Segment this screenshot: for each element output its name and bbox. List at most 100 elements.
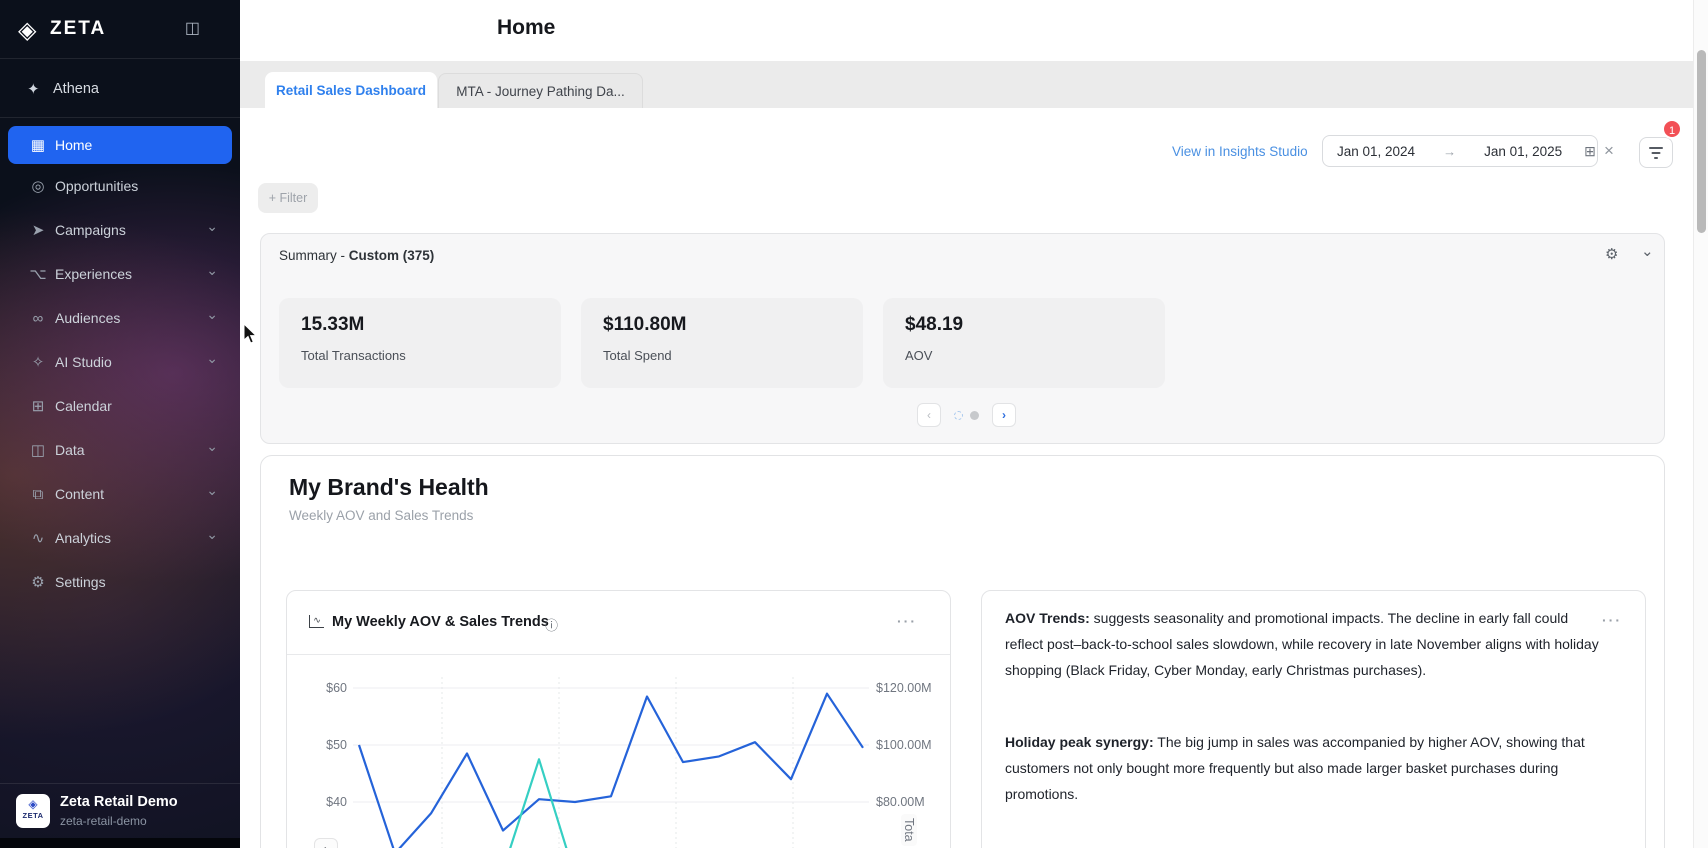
chevron-down-icon: ⌄: [206, 306, 218, 323]
zeta-logo-text: ZETA: [50, 18, 106, 40]
gear-icon: ⚙: [27, 573, 49, 591]
divider: [0, 58, 240, 59]
right-axis-title-fragment: Tota: [901, 814, 917, 846]
sidebar-item-ai-studio[interactable]: ✧AI Studio⌄: [8, 340, 232, 384]
zeta-badge-text: ZETA: [16, 811, 50, 820]
mouse-cursor: [243, 324, 259, 346]
info-icon[interactable]: ⓘ: [545, 615, 558, 634]
left-axis-tick: $60: [301, 679, 347, 697]
insight-paragraph: AOV Trends: suggests seasonality and pro…: [1005, 605, 1605, 683]
carousel-next-button[interactable]: ›: [992, 403, 1016, 427]
aov-sales-trends-chart-card: ∿ My Weekly AOV & Sales Trends ⓘ ··· $60…: [286, 590, 951, 848]
analytics-icon: ∿: [27, 529, 49, 547]
scrollbar-thumb[interactable]: [1697, 50, 1706, 233]
dashboard-tab-strip: Retail Sales Dashboard MTA - Journey Pat…: [240, 61, 1708, 108]
chart-menu-icon[interactable]: ···: [897, 613, 917, 629]
chevron-down-icon: ⌄: [206, 218, 218, 235]
sidebar-item-label: Calendar: [55, 398, 112, 414]
workspace-switcher[interactable]: ◈ ZETA Zeta Retail Demo zeta-retail-demo: [0, 783, 240, 838]
sitemap-icon: ⌥: [27, 265, 49, 283]
series-total-spend: [359, 759, 863, 848]
send-icon: ➤: [27, 221, 49, 239]
add-filter-button[interactable]: + Filter: [258, 183, 318, 213]
chevron-down-icon: ⌄: [206, 526, 218, 543]
sidebar-item-experiences[interactable]: ⌥Experiences⌄: [8, 252, 232, 296]
insight-paragraph-lead: Holiday peak synergy:: [1005, 734, 1154, 750]
database-icon: ◫: [27, 441, 49, 459]
metric-card-total-spend[interactable]: $110.80MTotal Spend: [581, 298, 863, 388]
workspace-avatar: ◈ ZETA: [16, 794, 50, 828]
date-range-picker[interactable]: Jan 01, 2024 → Jan 01, 2025 ⊞: [1322, 135, 1598, 167]
chart-card-title: My Weekly AOV & Sales Trends: [332, 614, 549, 630]
sidebar-item-settings[interactable]: ⚙ Settings: [8, 560, 232, 604]
content-icon: ⧉: [27, 486, 49, 503]
calendar-icon: ⊞: [27, 397, 49, 415]
right-axis-tick: $80.00M: [876, 793, 946, 811]
carousel-prev-button[interactable]: ‹: [917, 403, 941, 427]
sidebar-item-athena[interactable]: ✦ Athena: [0, 62, 240, 116]
trend-line-chart[interactable]: [353, 657, 869, 848]
sidebar-item-label: Opportunities: [55, 178, 138, 194]
filter-icon: [1649, 147, 1663, 149]
sidebar-item-campaigns[interactable]: ➤ Campaigns ⌄: [8, 208, 232, 252]
series-aov: [359, 694, 863, 848]
sidebar-item-data[interactable]: ◫ Data ⌄: [8, 428, 232, 472]
divider: [0, 117, 240, 118]
summary-chevron-down-icon[interactable]: ⌄: [1641, 242, 1654, 260]
zeta-logo-icon: ◈: [18, 16, 36, 45]
sidebar-item-label: Experiences: [55, 266, 132, 282]
sidebar-item-label: Data: [55, 442, 85, 458]
insight-paragraph: Holiday peak synergy: The big jump in sa…: [1005, 729, 1605, 807]
tab-mta-journey-pathing[interactable]: MTA - Journey Pathing Da...: [438, 73, 643, 108]
summary-gear-icon[interactable]: ⚙: [1605, 245, 1618, 263]
chart-scroll-button[interactable]: ›: [314, 838, 338, 848]
right-axis-tick: $120.00M: [876, 679, 946, 697]
sidebar-item-calendar[interactable]: ⊞ Calendar: [8, 384, 232, 428]
summary-panel: Summary - Custom (375) ⚙ ⌄ 15.33MTotal T…: [260, 233, 1665, 444]
page-scrollbar[interactable]: [1693, 0, 1708, 848]
page-header: Home: [240, 0, 1708, 61]
chevron-down-icon: ⌄: [206, 438, 218, 455]
carousel-dot-2[interactable]: [970, 411, 979, 420]
sidebar-item-label: Content: [55, 486, 104, 502]
sidebar-item-label: Campaigns: [55, 222, 126, 238]
right-axis-tick: $100.00M: [876, 736, 946, 754]
sidebar-item-home[interactable]: ▦Home: [8, 126, 232, 164]
date-range-arrow-icon: →: [1443, 144, 1456, 159]
line-chart-icon: ∿: [309, 615, 324, 628]
sidebar-item-label: Analytics: [55, 530, 111, 546]
metric-card-aov[interactable]: $48.19AOV: [883, 298, 1165, 388]
sidebar-item-audiences[interactable]: ∞Audiences⌄: [8, 296, 232, 340]
metric-card-total-transactions[interactable]: 15.33MTotal Transactions: [279, 298, 561, 388]
sidebar-item-content[interactable]: ⧉Content⌄: [8, 472, 232, 516]
left-axis-tick: $40: [301, 793, 347, 811]
clear-date-icon[interactable]: ×: [1604, 142, 1614, 159]
chart-card-header: ∿ My Weekly AOV & Sales Trends ⓘ ···: [287, 591, 950, 655]
filter-count-badge: 1: [1662, 119, 1682, 139]
summary-title-bold: Custom (375): [349, 248, 435, 263]
sidebar-item-label: Home: [55, 137, 92, 153]
carousel-dot-1[interactable]: [954, 411, 963, 420]
athena-label: Athena: [53, 81, 99, 97]
brand-health-section: My Brand's Health Weekly AOV and Sales T…: [260, 455, 1665, 848]
sidebar: ◈ ZETA ◫ ✦ Athena ▦Home ◎ Opportunities ➤ Ca…: [0, 0, 240, 848]
sidebar-collapse-icon[interactable]: ◫: [185, 18, 200, 38]
sidebar-item-opportunities[interactable]: ◎ Opportunities: [8, 164, 232, 208]
metric-label: AOV: [905, 348, 932, 363]
summary-title-prefix: Summary -: [279, 248, 349, 263]
app-window: ◈ ZETA ◫ ✦ Athena ▦Home ◎ Opportunities ➤ Ca…: [0, 0, 1708, 848]
view-in-insights-studio-link[interactable]: View in Insights Studio: [1172, 144, 1308, 159]
sidebar-item-label: AI Studio: [55, 354, 112, 370]
sparkle-icon: ✧: [27, 353, 49, 371]
target-icon: ◎: [27, 177, 49, 195]
left-axis-tick: $50: [301, 736, 347, 754]
date-start-value: Jan 01, 2024: [1337, 144, 1415, 159]
filter-toggle-button[interactable]: [1639, 137, 1673, 168]
insight-paragraph-lead: AOV Trends:: [1005, 610, 1090, 626]
sidebar-item-label: Settings: [55, 574, 106, 590]
tab-retail-sales-dashboard[interactable]: Retail Sales Dashboard: [265, 72, 437, 108]
zeta-badge-icon: ◈: [16, 797, 50, 811]
metric-label: Total Spend: [603, 348, 672, 363]
sidebar-item-analytics[interactable]: ∿ Analytics ⌄: [8, 516, 232, 560]
insight-menu-icon[interactable]: ···: [1602, 612, 1622, 628]
